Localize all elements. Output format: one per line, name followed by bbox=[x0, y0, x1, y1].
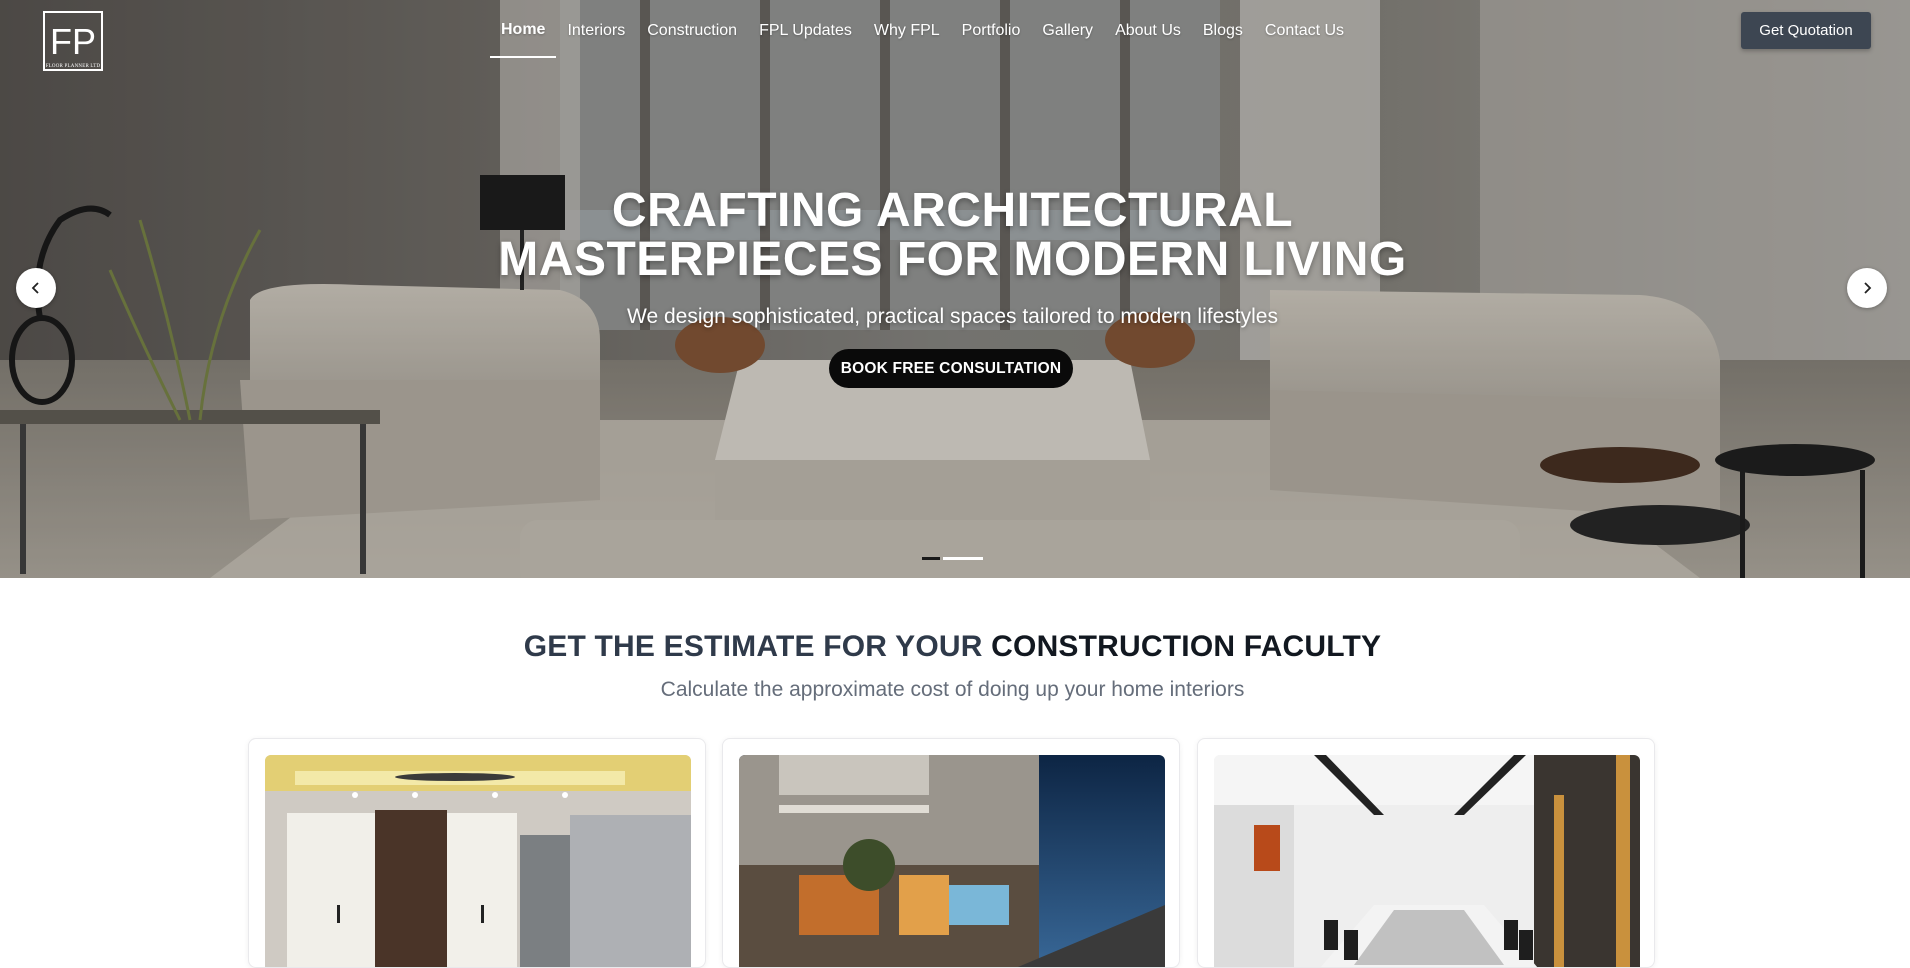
logo-subtext: FLOOR PLANNER LTD bbox=[45, 64, 101, 69]
slider-dot-1[interactable] bbox=[922, 557, 940, 560]
nav-interiors[interactable]: Interiors bbox=[556, 0, 636, 58]
chevron-right-icon bbox=[1864, 282, 1872, 294]
nav-about-us[interactable]: About Us bbox=[1104, 0, 1192, 58]
hero-title: CRAFTING ARCHITECTURAL MASTERPIECES FOR … bbox=[0, 186, 1905, 284]
hero-title-line2: MASTERPIECES FOR MODERN LIVING bbox=[498, 233, 1407, 286]
get-quotation-button[interactable]: Get Quotation bbox=[1741, 12, 1871, 49]
building-exterior-image bbox=[739, 755, 1165, 967]
estimate-card-office[interactable] bbox=[1197, 738, 1655, 968]
estimate-section-subtitle: Calculate the approximate cost of doing … bbox=[660, 678, 1245, 701]
main-nav: Home Interiors Construction FPL Updates … bbox=[490, 0, 1355, 58]
hero-overlay bbox=[0, 0, 1910, 578]
estimate-title-part2: CONSTRUCTION FACULTY bbox=[991, 630, 1382, 663]
nav-home[interactable]: Home bbox=[490, 0, 557, 58]
nav-fpl-updates[interactable]: FPL Updates bbox=[748, 0, 863, 58]
slider-indicators bbox=[922, 557, 983, 560]
estimate-card-interior[interactable] bbox=[248, 738, 706, 968]
bedroom-interior-image bbox=[265, 755, 691, 967]
svg-text:FP: FP bbox=[50, 21, 96, 62]
nav-contact-us[interactable]: Contact Us bbox=[1254, 0, 1355, 58]
slider-next-button[interactable] bbox=[1847, 268, 1887, 308]
hero-subtitle: We design sophisticated, practical space… bbox=[627, 305, 1278, 328]
conference-room-image bbox=[1214, 755, 1640, 967]
estimate-title-part1: GET THE ESTIMATE FOR YOUR bbox=[523, 630, 992, 663]
slider-prev-button[interactable] bbox=[16, 268, 56, 308]
nav-gallery[interactable]: Gallery bbox=[1031, 0, 1104, 58]
nav-why-fpl[interactable]: Why FPL bbox=[863, 0, 951, 58]
nav-construction[interactable]: Construction bbox=[636, 0, 748, 58]
estimate-section-title: GET THE ESTIMATE FOR YOUR CONSTRUCTION F… bbox=[0, 630, 1905, 664]
slider-dot-2[interactable] bbox=[943, 557, 983, 560]
hero-title-line1: CRAFTING ARCHITECTURAL bbox=[611, 184, 1294, 237]
hero-slider: FP FLOOR PLANNER LTD Home Interiors Cons… bbox=[0, 0, 1910, 578]
book-consultation-button[interactable]: BOOK FREE CONSULTATION bbox=[829, 349, 1073, 388]
estimate-card-construction[interactable] bbox=[722, 738, 1180, 968]
nav-portfolio[interactable]: Portfolio bbox=[951, 0, 1032, 58]
nav-blogs[interactable]: Blogs bbox=[1192, 0, 1254, 58]
chevron-left-icon bbox=[31, 282, 39, 294]
